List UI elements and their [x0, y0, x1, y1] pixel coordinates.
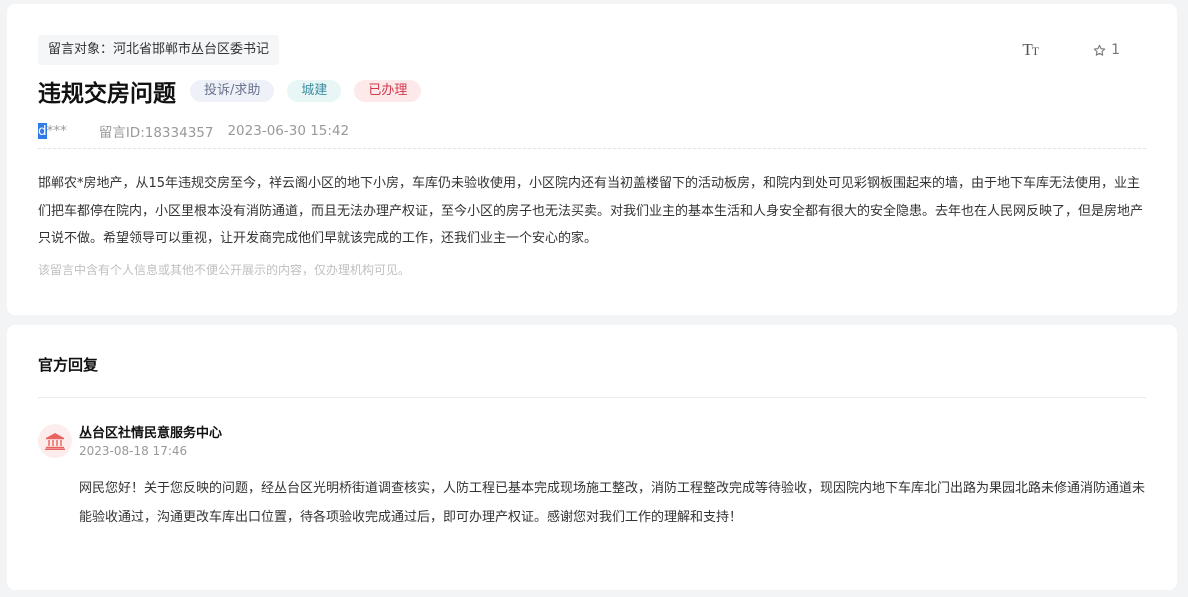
reply-datetime: 2023-08-18 17:46 — [79, 444, 188, 458]
author-initial: d — [38, 123, 47, 139]
category-tag: 城建 — [287, 80, 342, 102]
title-row: 违规交房问题 投诉/求助 城建 已办理 — [38, 74, 434, 108]
page-title: 违规交房问题 — [38, 81, 176, 107]
font-size-icon[interactable]: TT — [1022, 40, 1039, 60]
reply-section-title: 官方回复 — [38, 356, 99, 374]
top-tools: TT 1 — [1022, 40, 1120, 60]
message-id: 留言ID:18334357 — [98, 125, 214, 141]
reply-card: 官方回复 丛台区社情民意服务中心 2023-08-18 17:46 网民您好！关… — [7, 325, 1177, 590]
author-mask: *** — [46, 123, 67, 139]
privacy-note: 该留言中含有个人信息或其他不便公开展示的内容，仅办理机构可见。 — [38, 263, 411, 277]
message-content: 邯郸农*房地产，从15年违规交房至今，祥云阁小区的地下小房，车库仍未验收使用，小… — [38, 176, 1144, 246]
reply-content: 网民您好！关于您反映的问题，经丛台区光明桥街道调查核实，人防工程已基本完成现场施… — [79, 481, 1146, 525]
author-name: d*** — [38, 123, 67, 139]
divider — [38, 397, 1146, 398]
favorite-button[interactable]: 1 — [1093, 42, 1120, 58]
type-tag: 投诉/求助 — [190, 80, 275, 102]
message-datetime: 2023-06-30 15:42 — [227, 123, 350, 139]
divider — [38, 148, 1146, 149]
organization-avatar — [38, 424, 72, 458]
status-badge: 已办理 — [354, 80, 422, 102]
font-size-icon-small: T — [1031, 44, 1039, 58]
government-building-icon — [45, 433, 65, 450]
font-size-icon-big: T — [1022, 40, 1032, 59]
message-card: 留言对象：河北省邯郸市丛台区委书记 TT 1 违规交房问题 投诉/求助 城建 已… — [7, 4, 1177, 315]
favorite-count: 1 — [1111, 42, 1120, 58]
meta-row: d*** 留言ID:18334357 2023-06-30 15:42 — [38, 121, 349, 141]
star-outline-icon — [1093, 44, 1106, 56]
organization-name: 丛台区社情民意服务中心 — [79, 426, 223, 441]
message-target: 留言对象：河北省邯郸市丛台区委书记 — [38, 35, 280, 65]
